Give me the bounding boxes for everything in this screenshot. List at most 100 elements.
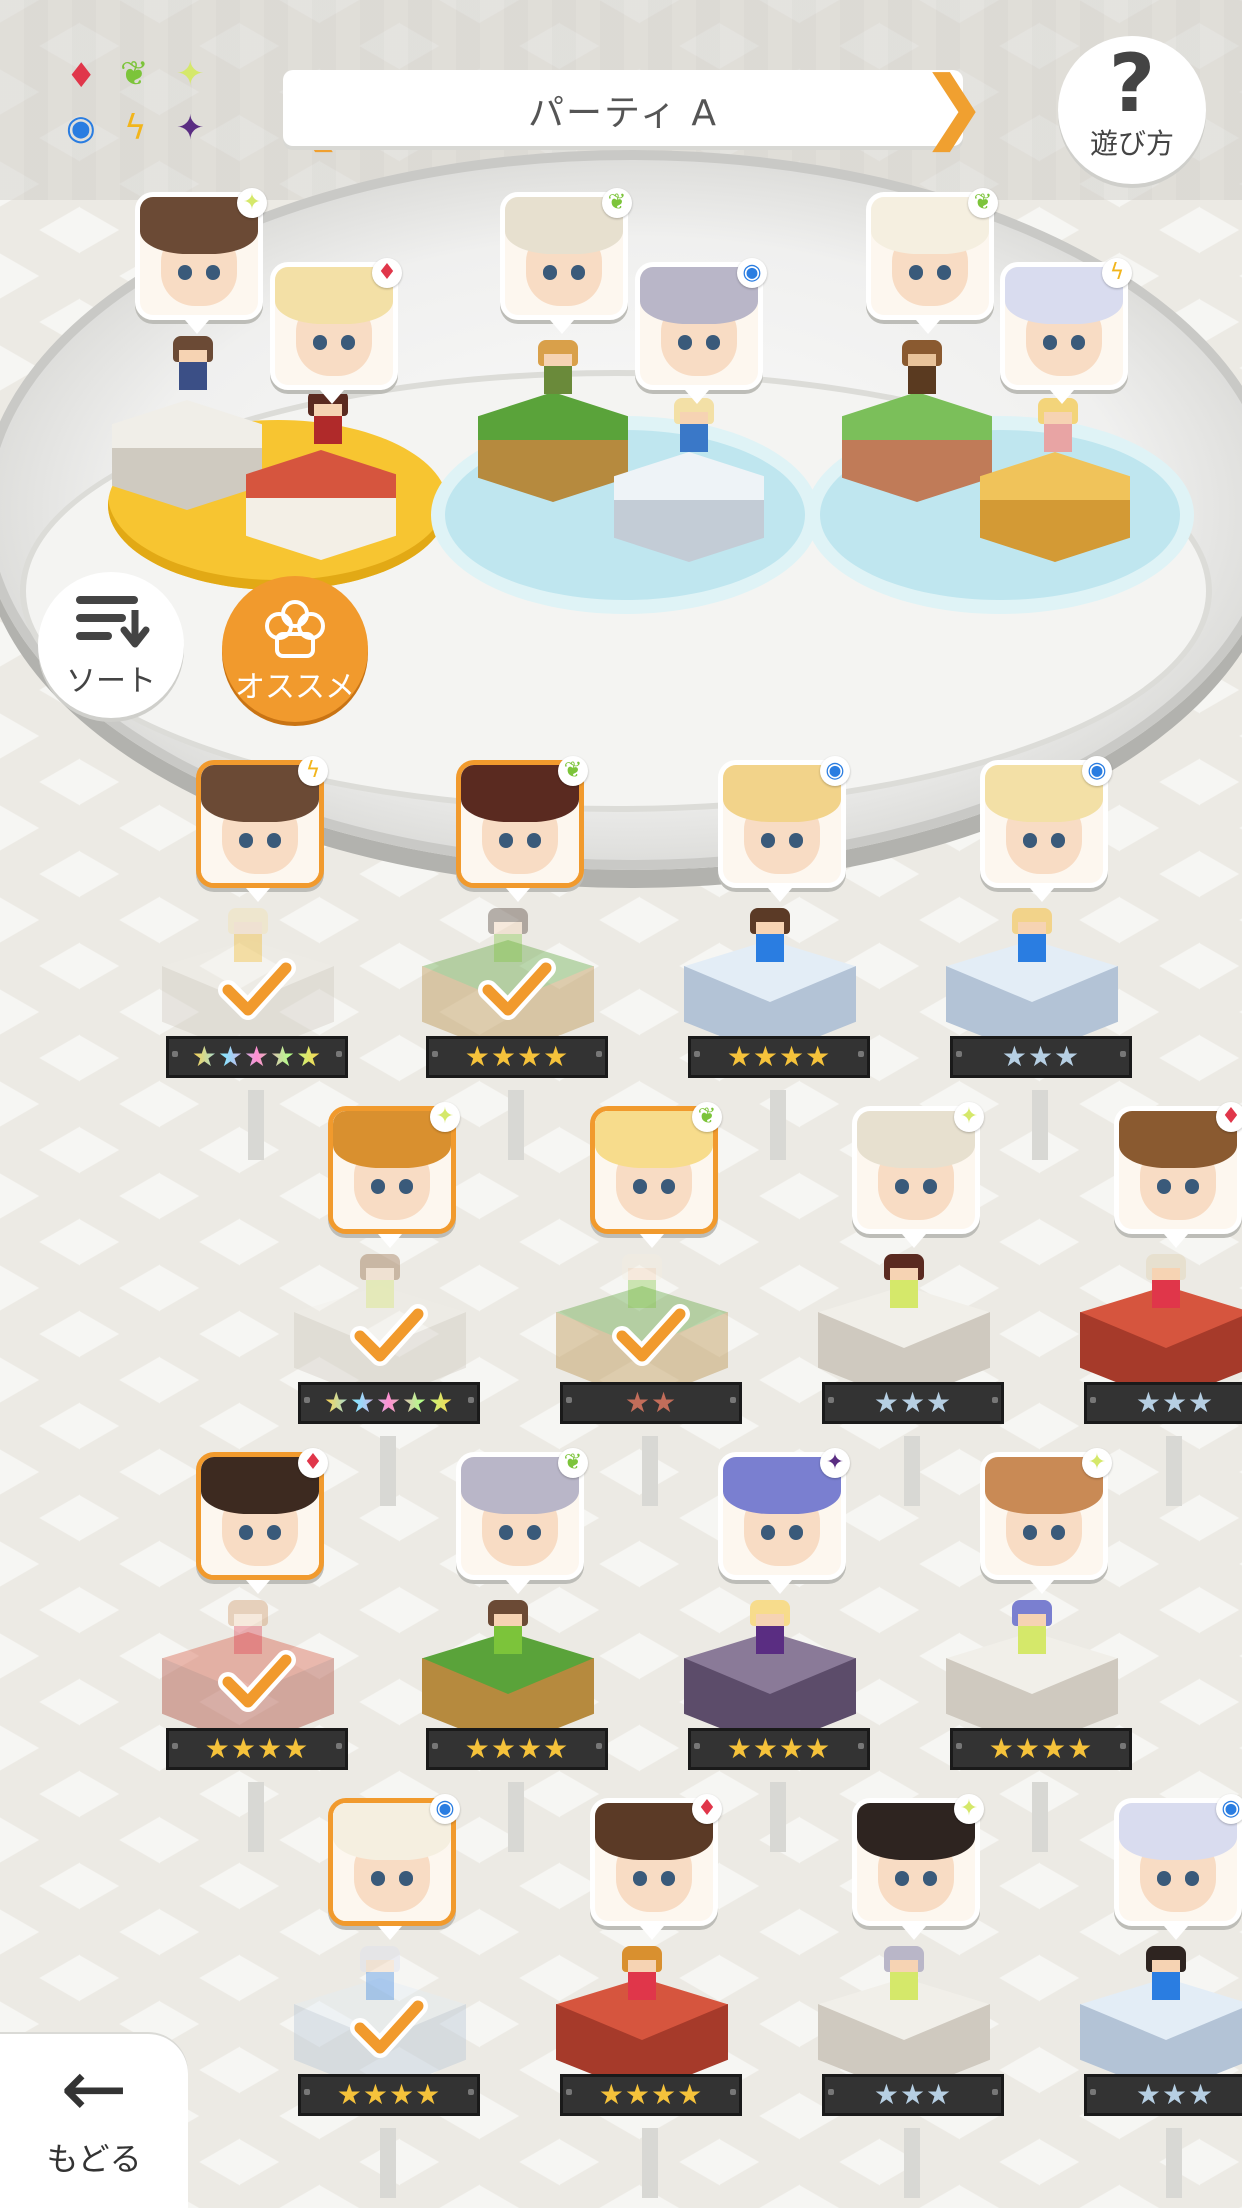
water-icon: ◉: [1216, 1794, 1242, 1824]
party-sprite-4: [666, 398, 722, 462]
connector-pole: [642, 2128, 658, 2198]
character-portrait: [333, 1111, 451, 1229]
dark-icon: ✦: [176, 108, 205, 148]
connector-pole: [642, 1436, 658, 1506]
checkmark-icon: [216, 1642, 296, 1722]
connector-pole: [1166, 2128, 1182, 2198]
character-portrait: [1119, 1803, 1237, 1921]
character-portrait: [723, 765, 841, 883]
connector-pole: [770, 1782, 786, 1852]
rarity-stars: ★★★: [1001, 1040, 1081, 1073]
fire-icon: ♦: [692, 1794, 722, 1824]
rarity-stars: ★★★★★: [191, 1040, 323, 1073]
portrait-pointer: [916, 320, 940, 334]
rarity-stars: ★★★★: [336, 2078, 442, 2111]
checkmark-icon: [216, 950, 296, 1030]
leaf-icon: ❦: [558, 756, 588, 786]
character-sprite: [876, 1946, 932, 2010]
connector-pole: [770, 1090, 786, 1160]
portrait-pointer: [768, 1580, 792, 1594]
character-sprite: [876, 1254, 932, 1318]
character-portrait: [1005, 267, 1123, 385]
connector-pole: [1032, 1782, 1048, 1852]
character-portrait: [857, 1111, 975, 1229]
rarity-plate: ★★★★: [298, 2074, 480, 2116]
water-icon: ◉: [820, 756, 850, 786]
help-label: 遊び方: [1089, 127, 1174, 160]
portrait-pointer: [1164, 1926, 1188, 1940]
portrait-pointer: [902, 1926, 926, 1940]
party-title: パーティ A: [528, 93, 718, 134]
connector-pole: [380, 1436, 396, 1506]
light-icon: ✦: [954, 1102, 984, 1132]
rarity-plate: ★★★★★: [298, 1382, 480, 1424]
rarity-stars: ★★★★: [464, 1040, 570, 1073]
connector-pole: [1032, 1090, 1048, 1160]
rarity-plate: ★★★★: [688, 1728, 870, 1770]
leaf-icon: ❦: [602, 188, 632, 218]
fire-icon: ♦: [372, 258, 402, 288]
character-sprite: [1004, 908, 1060, 972]
back-label: もどる: [46, 2140, 142, 2178]
help-button[interactable]: ? 遊び方: [1058, 36, 1206, 184]
party-name-bar: パーティ A: [283, 70, 963, 146]
thunder-icon: ϟ: [298, 756, 328, 786]
recommend-button[interactable]: オススメ: [222, 576, 368, 722]
rarity-stars: ★★★: [1135, 2078, 1215, 2111]
party-sprite-1: [165, 336, 221, 400]
rarity-stars: ★★★★: [598, 2078, 704, 2111]
character-sprite: [1138, 1946, 1194, 2010]
character-portrait: [640, 267, 758, 385]
connector-pole: [1166, 1436, 1182, 1506]
light-icon: ✦: [954, 1794, 984, 1824]
portrait-pointer: [550, 320, 574, 334]
portrait-pointer: [246, 1580, 270, 1594]
leaf-icon: ❦: [120, 54, 149, 94]
character-portrait: [595, 1803, 713, 1921]
character-portrait: [857, 1803, 975, 1921]
rarity-plate: ★★★★: [426, 1728, 608, 1770]
party-sprite-3: [530, 340, 586, 404]
rarity-stars: ★★★★: [988, 1732, 1094, 1765]
thunder-icon: ϟ: [1102, 258, 1132, 288]
portrait-pointer: [185, 320, 209, 334]
rarity-stars: ★★★★: [726, 1732, 832, 1765]
portrait-pointer: [640, 1926, 664, 1940]
sort-icon: [76, 596, 150, 648]
portrait-pointer: [506, 1580, 530, 1594]
connector-pole: [904, 1436, 920, 1506]
connector-pole: [508, 1782, 524, 1852]
element-chart[interactable]: ♦ ❦ ✦ ◉ ϟ ✦: [60, 55, 225, 160]
rarity-plate: ★★★★: [426, 1036, 608, 1078]
rarity-plate: ★★★★: [166, 1728, 348, 1770]
portrait-pointer: [246, 888, 270, 902]
character-sprite: [1004, 1600, 1060, 1664]
light-icon: ✦: [176, 54, 205, 94]
fire-icon: ♦: [66, 56, 97, 96]
character-portrait: [871, 197, 989, 315]
dark-icon: ✦: [820, 1448, 850, 1478]
rarity-stars: ★★: [624, 1386, 678, 1419]
character-portrait: [1119, 1111, 1237, 1229]
portrait-pointer: [640, 1234, 664, 1248]
character-sprite: [480, 1600, 536, 1664]
leaf-icon: ❦: [692, 1102, 722, 1132]
connector-pole: [508, 1090, 524, 1160]
rarity-plate: ★★★: [1084, 1382, 1242, 1424]
water-icon: ◉: [430, 1794, 460, 1824]
character-sprite: [1138, 1254, 1194, 1318]
portrait-pointer: [685, 390, 709, 404]
character-sprite: [614, 1946, 670, 2010]
rarity-plate: ★★★★: [688, 1036, 870, 1078]
checkmark-icon: [348, 1988, 428, 2068]
connector-pole: [904, 2128, 920, 2198]
character-portrait: [461, 765, 579, 883]
sort-button[interactable]: ソート: [38, 572, 184, 718]
character-portrait: [140, 197, 258, 315]
next-party-arrow[interactable]: ❯: [920, 66, 987, 150]
portrait-pointer: [378, 1926, 402, 1940]
thunder-icon: ϟ: [124, 108, 147, 148]
back-button[interactable]: ← もどる: [0, 2034, 188, 2208]
character-portrait: [461, 1457, 579, 1575]
connector-pole: [248, 1782, 264, 1852]
